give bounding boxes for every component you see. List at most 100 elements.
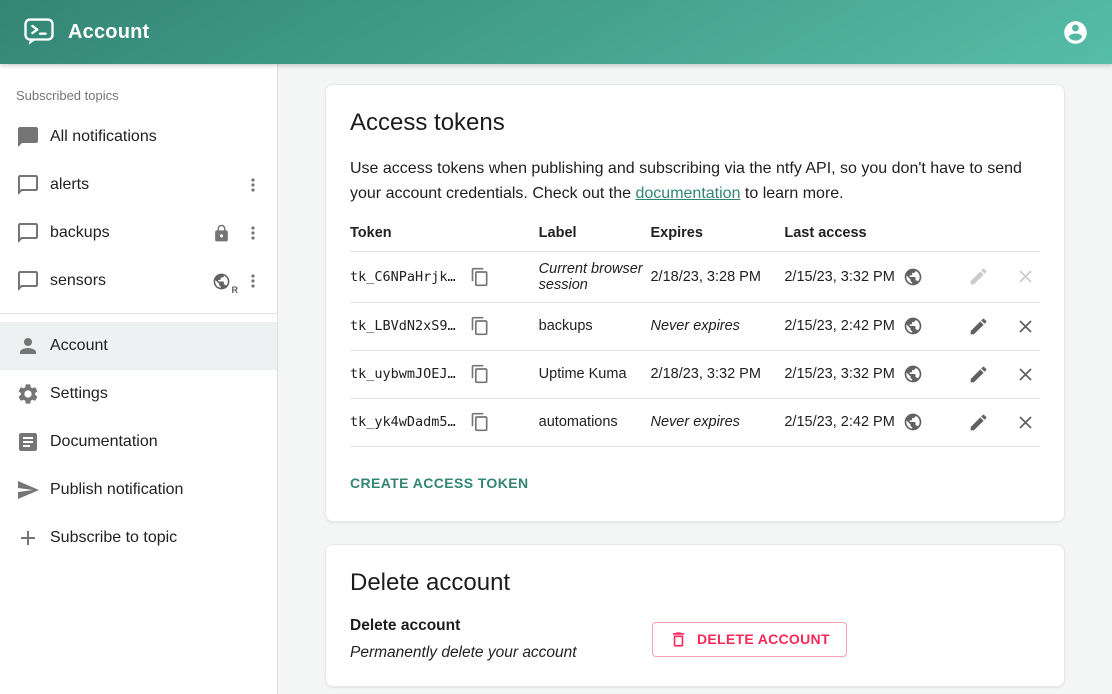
access-tokens-table: Token Label Expires Last access tk_C6NPa…: [350, 217, 1040, 447]
token-label: Uptime Kuma: [539, 350, 651, 398]
token-label: automations: [539, 398, 651, 446]
sidebar-item-backups[interactable]: backups: [0, 209, 277, 257]
copy-icon[interactable]: [468, 265, 492, 289]
copy-icon[interactable]: [468, 410, 492, 434]
topic-label: All notifications: [50, 128, 265, 146]
topic-label: sensors: [50, 272, 202, 290]
send-icon: [16, 478, 40, 502]
kebab-menu-icon[interactable]: [241, 269, 265, 293]
chat-outline-icon: [16, 173, 40, 197]
pencil-icon[interactable]: [964, 262, 993, 291]
topic-label: alerts: [50, 176, 231, 194]
gear-icon: [16, 382, 40, 406]
delete-account-title: Delete account: [350, 569, 1040, 597]
documentation-link[interactable]: documentation: [636, 185, 741, 202]
sidebar-item-account[interactable]: Account: [0, 322, 277, 370]
token-value: tk_C6NPaHrjk…: [350, 269, 456, 285]
col-expires: Expires: [650, 217, 784, 252]
token-value: tk_uybwmJOEJ…: [350, 366, 456, 382]
chat-filled-icon: [16, 125, 40, 149]
sidebar-item-documentation[interactable]: Documentation: [0, 418, 277, 466]
sidebar: Subscribed topics All notifications aler…: [0, 64, 278, 694]
trash-icon: [669, 630, 688, 649]
sidebar-divider: [0, 313, 277, 314]
delete-account-text: Delete account Permanently delete your a…: [350, 617, 652, 662]
sidebar-item-all-notifications[interactable]: All notifications: [0, 113, 277, 161]
col-actions: [950, 217, 1040, 252]
copy-icon[interactable]: [468, 314, 492, 338]
pencil-icon[interactable]: [964, 360, 993, 389]
sidebar-item-publish-notification[interactable]: Publish notification: [0, 466, 277, 514]
token-last-access: 2/15/23, 2:42 PM: [784, 414, 894, 430]
token-value: tk_yk4wDadm5…: [350, 414, 456, 430]
delete-account-card: Delete account Delete account Permanentl…: [325, 544, 1065, 687]
topics-list: All notifications alerts: [0, 113, 277, 305]
app-header: Account: [0, 0, 1112, 64]
ntfy-terminal-bubble-icon: [24, 18, 54, 46]
create-access-token-button[interactable]: CREATE ACCESS TOKEN: [350, 469, 528, 497]
nav-label: Publish notification: [50, 481, 265, 499]
x-close-icon[interactable]: [1011, 360, 1040, 389]
token-label: Current browser session: [539, 251, 651, 302]
delete-item-subtitle: Permanently delete your account: [350, 644, 652, 662]
access-tokens-title: Access tokens: [350, 109, 1040, 137]
table-row: tk_yk4wDadm5… automations Never expires …: [350, 398, 1040, 446]
plus-icon: [16, 526, 40, 550]
col-token: Token: [350, 217, 539, 252]
pencil-icon[interactable]: [964, 408, 993, 437]
subscribed-topics-label: Subscribed topics: [0, 72, 277, 113]
table-row: tk_LBVdN2xS9… backups Never expires 2/15…: [350, 302, 1040, 350]
description-text: to learn more.: [740, 185, 843, 202]
token-value: tk_LBVdN2xS9…: [350, 318, 456, 334]
token-expires: 2/18/23, 3:32 PM: [650, 350, 784, 398]
kebab-menu-icon[interactable]: [241, 173, 265, 197]
table-row: tk_C6NPaHrjk… Current browser session 2/…: [350, 251, 1040, 302]
x-close-icon[interactable]: [1011, 408, 1040, 437]
token-last-access: 2/15/23, 3:32 PM: [784, 269, 894, 285]
person-icon: [16, 334, 40, 358]
nav-label: Account: [50, 337, 265, 355]
delete-item-title: Delete account: [350, 617, 652, 635]
delete-account-button[interactable]: DELETE ACCOUNT: [652, 622, 847, 657]
kebab-menu-icon[interactable]: [241, 221, 265, 245]
globe-icon: [903, 267, 923, 287]
x-close-icon[interactable]: [1011, 312, 1040, 341]
token-expires: Never expires: [650, 398, 784, 446]
globe-reserved-icon: R: [212, 272, 231, 291]
chat-outline-icon: [16, 221, 40, 245]
sidebar-item-alerts[interactable]: alerts: [0, 161, 277, 209]
pencil-icon[interactable]: [964, 312, 993, 341]
reserved-badge: R: [232, 285, 239, 295]
copy-icon[interactable]: [468, 362, 492, 386]
page-title: Account: [68, 21, 149, 44]
x-close-icon[interactable]: [1011, 262, 1040, 291]
globe-icon: [903, 364, 923, 384]
token-expires: Never expires: [650, 302, 784, 350]
table-row: tk_uybwmJOEJ… Uptime Kuma 2/18/23, 3:32 …: [350, 350, 1040, 398]
nav-label: Subscribe to topic: [50, 529, 265, 547]
nav-label: Settings: [50, 385, 265, 403]
nav-list: Account Settings Documentation: [0, 322, 277, 562]
chat-outline-icon: [16, 269, 40, 293]
token-last-access: 2/15/23, 3:32 PM: [784, 366, 894, 382]
topic-label: backups: [50, 224, 202, 242]
account-circle-icon[interactable]: [1062, 19, 1089, 46]
col-label: Label: [539, 217, 651, 252]
delete-button-label: DELETE ACCOUNT: [697, 631, 830, 647]
globe-icon: [903, 412, 923, 432]
sidebar-item-sensors[interactable]: sensors R: [0, 257, 277, 305]
article-icon: [16, 430, 40, 454]
app-root: Account Subscribed topics All notificati…: [0, 0, 1112, 694]
col-last-access: Last access: [784, 217, 950, 252]
table-header-row: Token Label Expires Last access: [350, 217, 1040, 252]
sidebar-item-settings[interactable]: Settings: [0, 370, 277, 418]
lock-icon: [212, 224, 231, 243]
token-label: backups: [539, 302, 651, 350]
sidebar-item-subscribe-to-topic[interactable]: Subscribe to topic: [0, 514, 277, 562]
access-tokens-card: Access tokens Use access tokens when pub…: [325, 84, 1065, 522]
delete-account-row: Delete account Permanently delete your a…: [350, 617, 1040, 662]
nav-label: Documentation: [50, 433, 265, 451]
access-tokens-description: Use access tokens when publishing and su…: [350, 157, 1040, 207]
token-expires: 2/18/23, 3:28 PM: [650, 251, 784, 302]
token-last-access: 2/15/23, 2:42 PM: [784, 318, 894, 334]
